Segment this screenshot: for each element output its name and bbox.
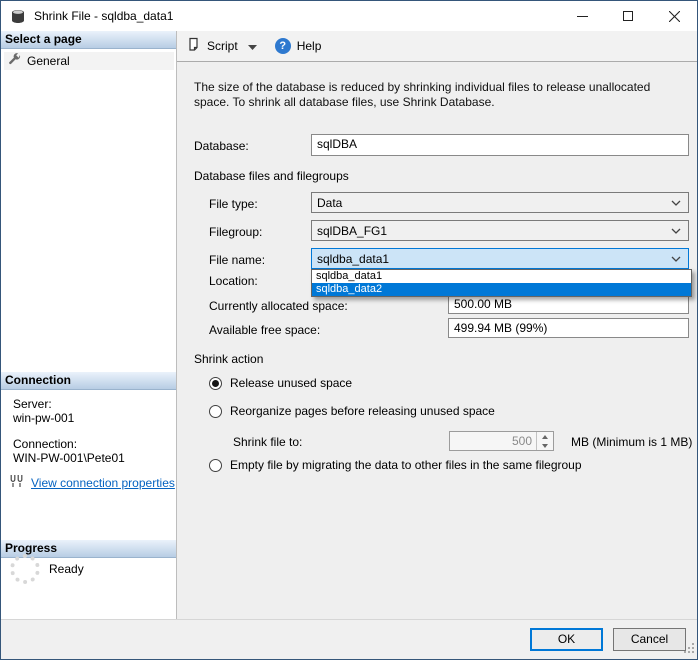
allocated-space-field: 500.00 MB <box>448 294 689 314</box>
chevron-down-icon <box>671 228 681 234</box>
radio-button-icon <box>209 376 222 390</box>
connection-value: WIN-PW-001\Pete01 <box>13 451 125 465</box>
title-bar: Shrink File - sqldba_data1 <box>1 1 697 31</box>
general-page: The size of the database is reduced by s… <box>177 62 697 619</box>
radio-release-unused-space[interactable]: Release unused space <box>209 376 352 390</box>
minimize-button[interactable] <box>559 1 605 31</box>
connection-header: Connection <box>1 372 176 390</box>
database-icon <box>10 9 26 24</box>
dropdown-option-selected[interactable]: sqldba_data2 <box>312 283 691 296</box>
shrink-file-dialog: Shrink File - sqldba_data1 Select a page… <box>0 0 698 660</box>
spinner-value: 500 <box>511 434 532 448</box>
connection-label: Connection: <box>13 437 78 451</box>
window-title: Shrink File - sqldba_data1 <box>34 9 174 23</box>
script-dropdown-chevron-icon[interactable] <box>247 39 257 53</box>
shrink-file-to-spinner[interactable]: 500 <box>449 431 554 451</box>
free-space-field: 499.94 MB (99%) <box>448 318 689 338</box>
radio-label: Empty file by migrating the data to othe… <box>230 458 582 472</box>
spin-down-icon[interactable] <box>537 441 553 450</box>
dropdown-option[interactable]: sqldba_data1 <box>312 270 691 283</box>
file-type-combo[interactable]: Data <box>311 192 689 213</box>
file-type-value: Data <box>317 195 343 210</box>
server-label: Server: <box>13 397 52 411</box>
radio-label: Release unused space <box>230 376 353 390</box>
file-name-value: sqldba_data1 <box>317 251 390 266</box>
progress-spinner-icon <box>10 554 40 584</box>
chevron-down-icon <box>671 256 681 262</box>
spinner-arrows <box>536 432 553 450</box>
view-connection-properties-link[interactable]: View connection properties <box>31 476 175 490</box>
radio-reorganize-pages[interactable]: Reorganize pages before releasing unused… <box>209 404 495 418</box>
main-content: Script ? Help The size of the database i… <box>177 31 697 619</box>
file-type-label: File type: <box>209 197 258 211</box>
shrink-file-to-label: Shrink file to: <box>233 435 303 449</box>
select-a-page-header: Select a page <box>1 31 176 49</box>
help-button[interactable]: Help <box>297 39 322 53</box>
dialog-body: Select a page General Connection Server:… <box>1 31 697 619</box>
allocated-space-label: Currently allocated space: <box>209 299 348 313</box>
database-label: Database: <box>194 139 249 153</box>
connection-properties-icon <box>9 475 25 491</box>
shrink-file-to-suffix: MB (Minimum is 1 MB) <box>571 435 693 449</box>
view-connection-properties-row: View connection properties <box>9 475 175 491</box>
radio-button-icon <box>209 404 222 418</box>
chevron-down-icon <box>671 200 681 206</box>
progress-status: Ready <box>49 562 84 576</box>
spin-up-icon[interactable] <box>537 432 553 441</box>
file-name-combo[interactable]: sqldba_data1 <box>311 248 689 269</box>
wrench-icon <box>8 53 21 69</box>
toolbar: Script ? Help <box>177 31 697 62</box>
maximize-button[interactable] <box>605 1 651 31</box>
files-section-label: Database files and filegroups <box>194 169 349 183</box>
filegroup-combo[interactable]: sqlDBA_FG1 <box>311 220 689 241</box>
filegroup-value: sqlDBA_FG1 <box>317 223 388 238</box>
filegroup-label: Filegroup: <box>209 225 263 239</box>
script-button[interactable]: Script <box>207 39 238 53</box>
shrink-action-label: Shrink action <box>194 352 264 366</box>
sidebar-item-general[interactable]: General <box>4 52 174 70</box>
sidebar-item-label: General <box>27 54 70 68</box>
file-name-label: File name: <box>209 253 266 267</box>
resize-grip[interactable] <box>683 642 695 657</box>
script-icon <box>187 37 201 55</box>
close-button[interactable] <box>651 1 697 31</box>
cancel-button[interactable]: Cancel <box>613 628 686 651</box>
dialog-footer: OK Cancel <box>1 619 697 659</box>
radio-label: Reorganize pages before releasing unused… <box>230 404 495 418</box>
location-label: Location: <box>209 274 258 288</box>
help-icon: ? <box>274 38 291 54</box>
database-field[interactable]: sqlDBA <box>311 134 689 156</box>
sidebar: Select a page General Connection Server:… <box>1 31 177 619</box>
radio-button-icon <box>209 458 222 472</box>
file-name-dropdown-list: sqldba_data1 sqldba_data2 <box>311 269 692 297</box>
radio-empty-file[interactable]: Empty file by migrating the data to othe… <box>209 458 582 472</box>
free-space-label: Available free space: <box>209 323 321 337</box>
server-value: win-pw-001 <box>13 411 75 425</box>
dialog-description: The size of the database is reduced by s… <box>194 80 651 109</box>
ok-button[interactable]: OK <box>530 628 603 651</box>
